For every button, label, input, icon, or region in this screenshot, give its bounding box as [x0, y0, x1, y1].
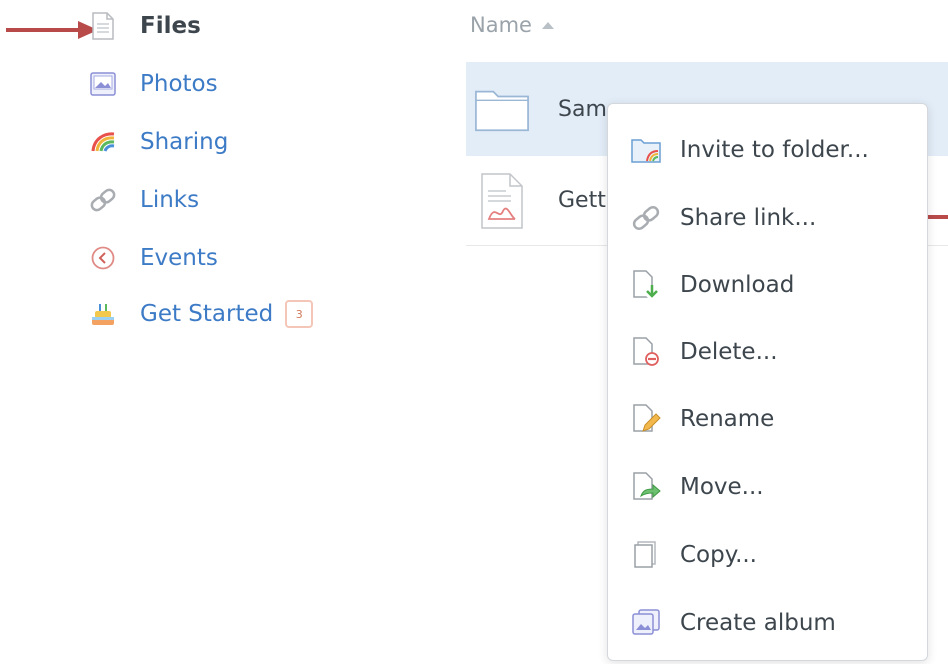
rename-icon — [628, 401, 664, 437]
file-name: Gett — [558, 188, 606, 213]
sidebar-item-label: Photos — [140, 71, 218, 97]
sidebar-item-label: Events — [140, 245, 218, 271]
link-icon — [628, 200, 664, 236]
menu-item-invite-to-folder[interactable]: Invite to folder... — [628, 125, 918, 175]
delete-icon — [628, 334, 664, 370]
sidebar-item-events[interactable]: Events — [88, 240, 218, 276]
menu-item-label: Create album — [680, 610, 836, 636]
annotation-arrow-files — [6, 21, 98, 39]
menu-item-rename[interactable]: Rename — [628, 394, 918, 444]
copy-icon — [628, 537, 664, 573]
menu-item-delete[interactable]: Delete... — [628, 327, 918, 377]
menu-item-label: Invite to folder... — [680, 137, 869, 163]
clock-icon — [88, 243, 118, 273]
menu-item-label: Move... — [680, 474, 764, 500]
menu-item-move[interactable]: Move... — [628, 462, 918, 512]
menu-item-label: Rename — [680, 406, 775, 432]
rainbow-icon — [88, 127, 118, 157]
sidebar-item-label: Get Started — [140, 301, 274, 327]
menu-item-label: Copy... — [680, 542, 757, 568]
count-badge: 3 — [285, 300, 314, 328]
pdf-file-icon — [474, 171, 530, 231]
sidebar-item-label: Links — [140, 187, 200, 213]
menu-item-label: Share link... — [680, 205, 817, 231]
sort-ascending-icon — [541, 21, 554, 29]
menu-item-create-album[interactable]: Create album — [628, 598, 918, 648]
sidebar-item-sharing[interactable]: Sharing — [88, 124, 228, 160]
sidebar-item-photos[interactable]: Photos — [88, 66, 218, 102]
menu-item-label: Download — [680, 272, 795, 298]
menu-item-copy[interactable]: Copy... — [628, 530, 918, 580]
link-icon — [88, 185, 118, 215]
sidebar-item-links[interactable]: Links — [88, 182, 199, 218]
sidebar-item-get-started[interactable]: Get Started 3 — [88, 296, 314, 332]
album-icon — [628, 605, 664, 641]
photo-icon — [88, 69, 118, 99]
cake-icon — [88, 299, 118, 329]
folder-icon — [474, 79, 530, 139]
file-name: Sam — [558, 96, 607, 122]
menu-item-label: Delete... — [680, 339, 778, 365]
file-icon — [88, 11, 118, 41]
sidebar-item-files[interactable]: Files — [88, 8, 201, 44]
move-icon — [628, 469, 664, 505]
sidebar-item-label: Files — [140, 13, 201, 39]
column-header-name[interactable]: Name — [470, 8, 554, 42]
menu-item-download[interactable]: Download — [628, 260, 918, 310]
shared-folder-icon — [628, 132, 664, 168]
download-icon — [628, 267, 664, 303]
sidebar-item-label: Sharing — [140, 129, 229, 155]
menu-item-share-link[interactable]: Share link... — [628, 193, 918, 243]
context-menu: Invite to folder... Share link... Downlo… — [607, 103, 928, 661]
column-header-label: Name — [470, 13, 532, 37]
